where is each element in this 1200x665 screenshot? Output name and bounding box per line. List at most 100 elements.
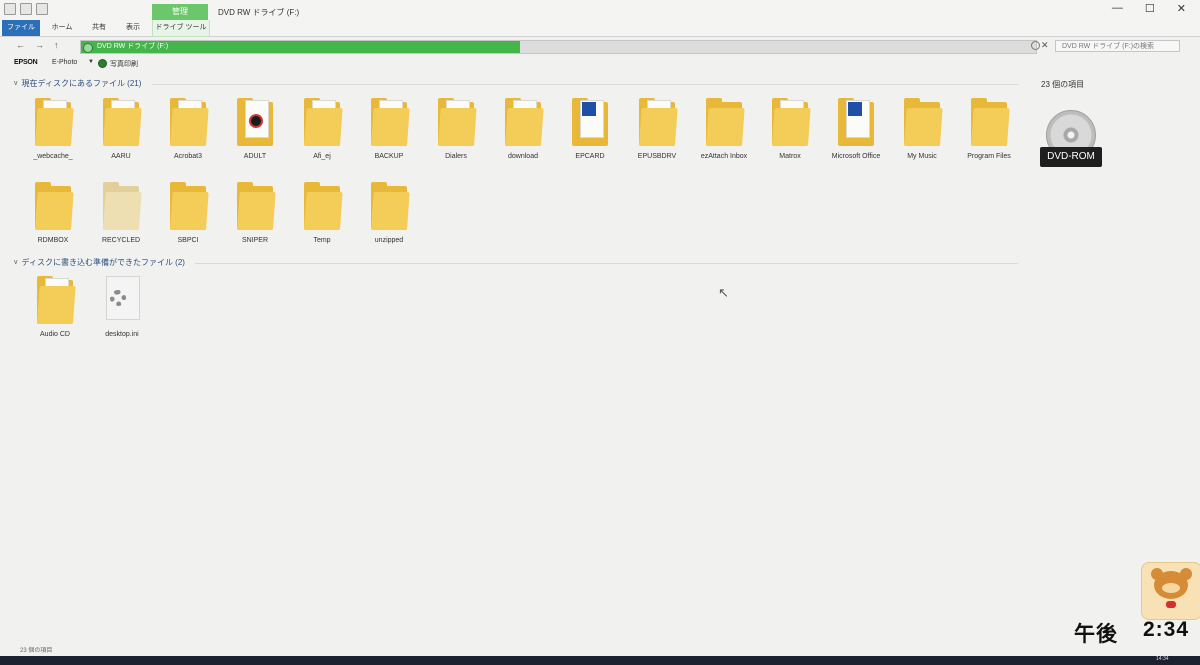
properties-icon[interactable]	[4, 3, 16, 15]
folder-item-webcache[interactable]: _webcache_	[20, 98, 86, 162]
folder-icon	[836, 98, 876, 148]
ephoto-button[interactable]: E-Photo	[52, 59, 77, 66]
new-folder-icon[interactable]	[20, 3, 32, 15]
customize-icon[interactable]	[36, 3, 48, 15]
epson-logo: EPSON	[14, 59, 38, 66]
file-label: Microsoft Office	[831, 153, 881, 160]
folder-item-adult[interactable]: ADULT	[222, 98, 288, 162]
file-label: unzipped	[374, 237, 404, 244]
folder-icon	[235, 182, 276, 232]
folder-icon	[969, 98, 1010, 148]
file-label: ezAttach Inbox	[700, 153, 748, 160]
forward-arrow-icon[interactable]: →	[35, 40, 44, 50]
contextual-tab-group: 管理	[152, 4, 208, 20]
folder-item-temp[interactable]: Temp	[289, 182, 355, 246]
folder-icon	[33, 98, 74, 148]
details-item-count: 23 個の項目	[1041, 80, 1085, 89]
folder-item-program-files[interactable]: Program Files	[956, 98, 1022, 162]
folder-icon	[704, 98, 745, 148]
folder-item-recycled[interactable]: RECYCLED	[88, 182, 154, 246]
status-bar-count: 23 個の項目	[20, 648, 53, 654]
file-label: Afi_ej	[313, 153, 331, 160]
folder-icon	[101, 182, 142, 232]
folder-icon	[33, 182, 74, 232]
group-label: ディスクに書き込む準備ができたファイル (2)	[21, 258, 185, 267]
group-header-current-files[interactable]: v 現在ディスクにあるファイル (21)	[14, 78, 141, 89]
search-icon[interactable]	[1031, 41, 1040, 50]
folder-item-my-music[interactable]: My Music	[889, 98, 955, 162]
tray-clock[interactable]: 14:34	[1156, 656, 1169, 662]
folder-item-matrox[interactable]: Matrox	[757, 98, 823, 162]
epson-toolbar: EPSON E-Photo ▼ 写真印刷	[0, 58, 1200, 71]
folder-item-sniper[interactable]: SNIPER	[222, 182, 288, 246]
file-label: download	[508, 153, 538, 160]
file-label: ADULT	[243, 153, 267, 160]
address-path[interactable]: DVD RW ドライブ (F:)	[97, 41, 168, 53]
folder-item-backup[interactable]: BACKUP	[356, 98, 422, 162]
folder-item-afi-ej[interactable]: Afi_ej	[289, 98, 355, 162]
close-button[interactable]: ✕	[1177, 2, 1186, 15]
folder-icon	[902, 98, 943, 148]
folder-item-download[interactable]: download	[490, 98, 556, 162]
dvd-drive-preview[interactable]: DVD-ROM	[1040, 110, 1102, 167]
folder-icon	[503, 98, 544, 148]
folder-item-epusbdrv[interactable]: EPUSBDRV	[624, 98, 690, 162]
group-divider	[195, 263, 1018, 264]
up-arrow-icon[interactable]: ↑	[54, 40, 59, 50]
settings-file-icon	[102, 276, 142, 326]
file-label: desktop.ini	[105, 331, 139, 338]
folder-item-epcard[interactable]: EPCARD	[557, 98, 623, 162]
folder-item-microsoft-office[interactable]: Microsoft Office	[823, 98, 889, 162]
search-input[interactable]: DVD RW ドライブ (F:)の検索	[1055, 40, 1180, 52]
file-label: EPCARD	[575, 153, 605, 160]
folder-item-aaru[interactable]: AARU	[88, 98, 154, 162]
folder-icon	[168, 98, 209, 148]
gear-icon	[110, 290, 126, 306]
file-label: RECYCLED	[101, 237, 141, 244]
chevron-down-icon[interactable]: v	[14, 259, 18, 266]
tab-home[interactable]: ホーム	[46, 20, 78, 36]
tab-drive-tools[interactable]: ドライブ ツール	[152, 20, 210, 37]
minimize-button[interactable]: —	[1112, 2, 1123, 15]
window-title: DVD RW ドライブ (F:)	[218, 8, 300, 17]
group-divider	[152, 84, 1018, 85]
tab-share[interactable]: 共有	[84, 20, 114, 36]
folder-item-ezattach-inbox[interactable]: ezAttach Inbox	[691, 98, 757, 162]
folder-icon	[570, 98, 610, 148]
folder-icon	[369, 98, 410, 148]
folder-icon	[35, 276, 76, 326]
file-label: EPUSBDRV	[637, 153, 677, 160]
folder-item-acrobat3[interactable]: Acrobat3	[155, 98, 221, 162]
folder-icon	[302, 182, 343, 232]
group-header-pending-files[interactable]: v ディスクに書き込む準備ができたファイル (2)	[14, 257, 185, 268]
print-icon[interactable]	[98, 59, 107, 68]
file-label: My Music	[907, 153, 937, 160]
folder-item-rdmbox[interactable]: RDMBOX	[20, 182, 86, 246]
file-label: Dialers	[445, 153, 467, 160]
file-label: Program Files	[967, 153, 1011, 160]
back-arrow-icon[interactable]: ←	[16, 40, 25, 50]
address-row: ← → ↑ DVD RW ドライブ (F:) ✕ DVD RW ドライブ (F:…	[0, 38, 1200, 56]
file-label: AARU	[111, 153, 131, 160]
ephoto-dropdown-icon[interactable]: ▼	[88, 59, 94, 65]
tab-file[interactable]: ファイル	[2, 20, 40, 36]
folder-item-unzipped[interactable]: unzipped	[356, 182, 422, 246]
file-item-desktop-ini[interactable]: desktop.ini	[89, 276, 155, 340]
folder-item-audio-cd[interactable]: Audio CD	[22, 276, 88, 340]
folder-item-sbpci[interactable]: SBPCI	[155, 182, 221, 246]
chevron-down-icon[interactable]: v	[14, 80, 18, 87]
folder-item-dialers[interactable]: Dialers	[423, 98, 489, 162]
address-bar[interactable]: DVD RW ドライブ (F:)	[80, 40, 1037, 54]
ribbon-tabs: ファイル ホーム 共有 表示 ドライブ ツール	[0, 20, 1200, 37]
maximize-button[interactable]: ☐	[1145, 2, 1155, 15]
refresh-icon[interactable]: ✕	[1041, 40, 1049, 51]
group-label: 現在ディスクにあるファイル (21)	[21, 79, 142, 88]
file-label: SBPCI	[177, 237, 199, 244]
folder-icon	[235, 98, 275, 148]
folder-icon	[101, 98, 142, 148]
tab-view[interactable]: 表示	[118, 20, 148, 36]
photo-print-button[interactable]: 写真印刷	[110, 59, 138, 69]
file-label: Acrobat3	[173, 153, 203, 160]
folder-icon	[369, 182, 410, 232]
file-label: RDMBOX	[37, 237, 69, 244]
